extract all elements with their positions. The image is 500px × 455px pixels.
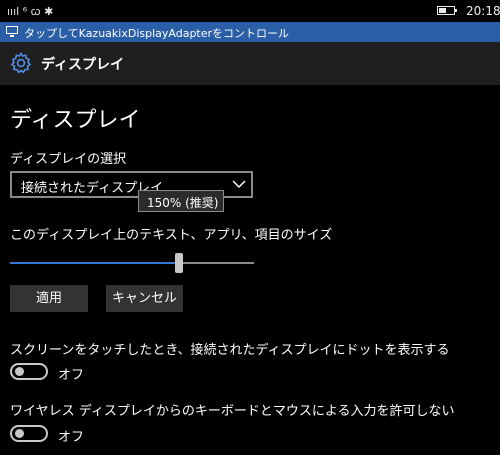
display-select-label: ディスプレイの選択 (10, 152, 127, 167)
gear-icon (10, 52, 32, 74)
touch-dots-state: オフ (58, 368, 85, 383)
status-time: 20:18 (466, 4, 500, 18)
slider-fill (10, 262, 179, 264)
scale-tooltip: 150% (推奨) (138, 190, 224, 212)
screen-icon (6, 26, 18, 37)
status-bar: ıııl ⁶ ꞷ ✱ 20:18 (0, 0, 500, 22)
apply-button[interactable]: 適用 (10, 285, 88, 312)
notification-bar[interactable]: タップしてKazuakixDisplayAdapterをコントロール (0, 22, 500, 42)
app-header: ディスプレイ (0, 42, 500, 85)
battery-icon (437, 6, 457, 15)
input-allow-label: ワイヤレス ディスプレイからのキーボードとマウスによる入力を許可しない (10, 404, 455, 419)
toggle-knob (15, 429, 24, 438)
touch-dots-toggle[interactable] (10, 363, 48, 380)
toggle-knob (15, 367, 24, 376)
input-allow-toggle[interactable] (10, 425, 48, 442)
page-title: ディスプレイ (10, 108, 141, 133)
header-title: ディスプレイ (41, 57, 125, 73)
size-label: このディスプレイ上のテキスト、アプリ、項目のサイズ (10, 228, 333, 243)
slider-thumb[interactable] (175, 253, 183, 273)
notification-text: タップしてKazuakixDisplayAdapterをコントロール (24, 27, 290, 40)
input-allow-state: オフ (58, 430, 85, 445)
signal-icons: ıııl ⁶ ꞷ ✱ (7, 5, 54, 18)
touch-dots-label: スクリーンをタッチしたとき、接続されたディスプレイにドットを表示する (10, 343, 450, 358)
scale-tooltip-text: 150% (推奨) (147, 196, 219, 210)
cancel-button[interactable]: キャンセル (106, 285, 183, 312)
scale-slider[interactable] (10, 253, 254, 273)
chevron-down-icon (232, 180, 246, 189)
